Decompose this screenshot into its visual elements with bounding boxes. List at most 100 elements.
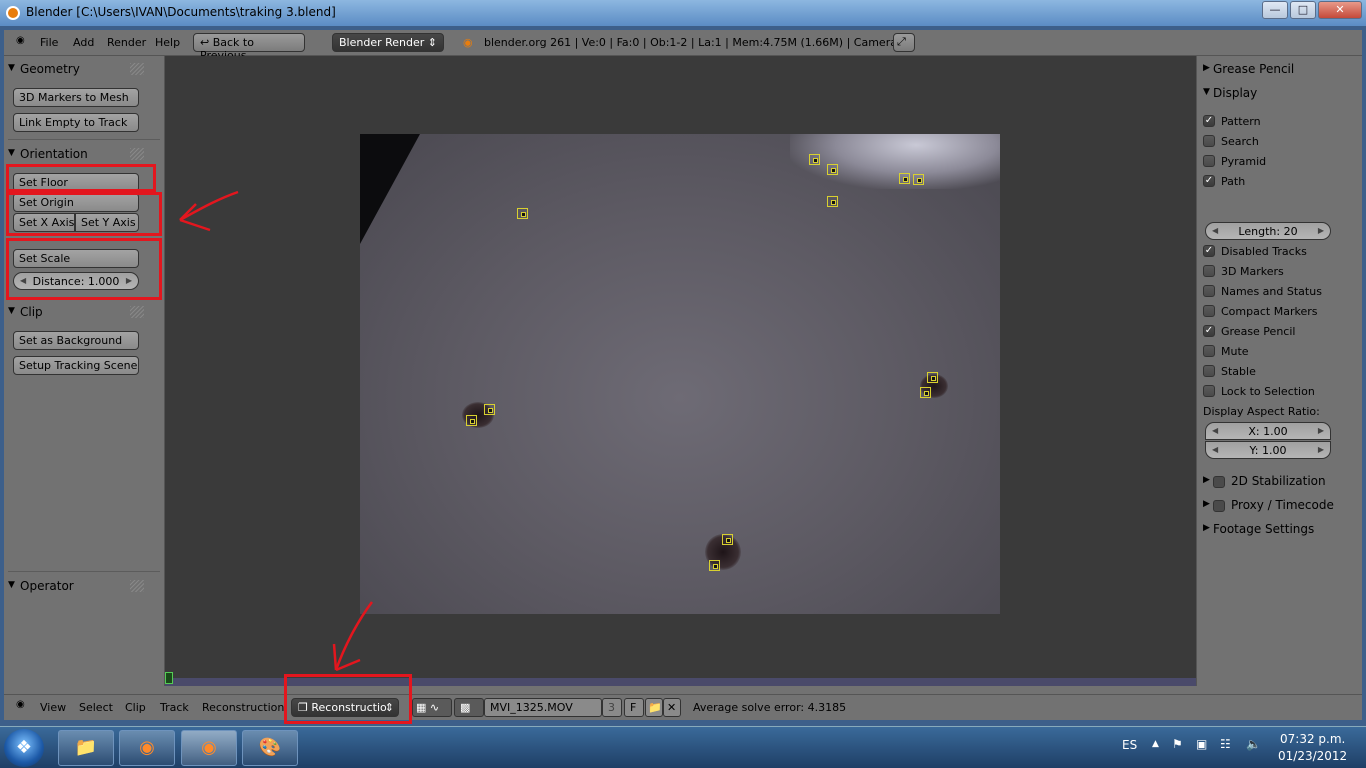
grease-pencil-panel-header[interactable]: ▶ Grease Pencil: [1197, 59, 1337, 81]
checkbox-disabled-tracks[interactable]: ✓ Disabled Tracks: [1203, 242, 1307, 260]
checkbox-names-and-status[interactable]: Names and Status: [1203, 282, 1322, 300]
flag-icon[interactable]: ⚑: [1172, 737, 1183, 751]
blender-taskbar-icon[interactable]: ◉: [181, 730, 237, 766]
track-marker[interactable]: [927, 372, 938, 383]
path-length-field[interactable]: ◀ Length: 20 ▶: [1205, 222, 1331, 240]
decrement-arrow-icon[interactable]: ◀: [1212, 426, 1218, 435]
decrement-arrow-icon[interactable]: ◀: [1212, 226, 1218, 235]
stabilization-panel-header[interactable]: ▶ 2D Stabilization: [1197, 471, 1357, 493]
start-button[interactable]: ❖: [4, 729, 44, 767]
increment-arrow-icon[interactable]: ▶: [1318, 226, 1324, 235]
set-as-background-button[interactable]: Set as Background: [13, 331, 139, 350]
checkmark-icon[interactable]: ✓: [1203, 115, 1215, 127]
device-icon[interactable]: ▣: [1196, 737, 1207, 751]
menu-view[interactable]: View: [40, 701, 66, 714]
checkmark-icon[interactable]: ✓: [1203, 175, 1215, 187]
menu-help[interactable]: Help: [155, 36, 180, 49]
checkbox-grease-pencil[interactable]: ✓ Grease Pencil: [1203, 322, 1295, 340]
editor-type-icon[interactable]: ◉: [16, 699, 25, 710]
language-indicator[interactable]: ES: [1122, 738, 1137, 752]
orientation-panel-header[interactable]: ▼ Orientation: [4, 144, 164, 164]
track-marker[interactable]: [899, 173, 910, 184]
track-marker[interactable]: [517, 208, 528, 219]
open-folder-icon[interactable]: 📁: [645, 698, 663, 717]
checkbox-lock-to-selection[interactable]: Lock to Selection: [1203, 382, 1315, 400]
track-marker[interactable]: [722, 534, 733, 545]
track-marker[interactable]: [827, 196, 838, 207]
clock-time[interactable]: 07:32 p.m.: [1280, 732, 1345, 746]
aspect-y-field[interactable]: ◀ Y: 1.00 ▶: [1205, 441, 1331, 459]
track-marker[interactable]: [920, 387, 931, 398]
setup-tracking-scene-button[interactable]: Setup Tracking Scene: [13, 356, 139, 375]
checkbox-stable[interactable]: Stable: [1203, 362, 1256, 380]
checkbox-box[interactable]: [1203, 285, 1215, 297]
clip-panel-header[interactable]: ▼ Clip: [4, 302, 164, 322]
decrement-arrow-icon[interactable]: ◀: [1212, 445, 1218, 454]
minimize-button[interactable]: —: [1262, 1, 1288, 19]
menu-add[interactable]: Add: [73, 36, 94, 49]
stabilization-checkbox[interactable]: [1213, 475, 1225, 488]
proxy-checkbox[interactable]: [1213, 499, 1225, 512]
close-button[interactable]: ✕: [1318, 1, 1362, 19]
checkbox-pyramid[interactable]: Pyramid: [1203, 152, 1266, 170]
panel-grip-icon[interactable]: [130, 580, 144, 592]
movie-clip-editor[interactable]: [165, 56, 1196, 686]
firefox-taskbar-icon[interactable]: ◉: [119, 730, 175, 766]
clock-date[interactable]: 01/23/2012: [1278, 749, 1347, 763]
menu-clip[interactable]: Clip: [125, 701, 146, 714]
footage-frame[interactable]: [360, 134, 1000, 614]
volume-icon[interactable]: 🔈: [1246, 737, 1261, 751]
panel-grip-icon[interactable]: [130, 306, 144, 318]
track-marker[interactable]: [809, 154, 820, 165]
menu-render[interactable]: Render: [107, 36, 146, 49]
footage-settings-panel-header[interactable]: ▶ Footage Settings: [1197, 519, 1337, 541]
unlink-clip-icon[interactable]: ✕: [663, 698, 681, 717]
checkbox-box[interactable]: [1203, 345, 1215, 357]
menu-track[interactable]: Track: [160, 701, 189, 714]
fake-user-toggle[interactable]: F: [624, 698, 644, 717]
checkbox-mute[interactable]: Mute: [1203, 342, 1249, 360]
track-marker[interactable]: [913, 174, 924, 185]
increment-arrow-icon[interactable]: ▶: [1318, 445, 1324, 454]
maximize-button[interactable]: □: [1290, 1, 1316, 19]
display-panel-header[interactable]: ▼ Display: [1197, 83, 1337, 105]
current-frame-indicator[interactable]: [165, 672, 173, 684]
link-empty-to-track-button[interactable]: Link Empty to Track: [13, 113, 139, 132]
menu-reconstruction[interactable]: Reconstruction: [202, 701, 284, 714]
checkbox-box[interactable]: [1203, 365, 1215, 377]
track-marker[interactable]: [484, 404, 495, 415]
checkbox-box[interactable]: [1203, 135, 1215, 147]
checkmark-icon[interactable]: ✓: [1203, 245, 1215, 257]
increment-arrow-icon[interactable]: ▶: [1318, 426, 1324, 435]
view-toggle-icons[interactable]: ▦ ∿: [412, 698, 452, 717]
operator-panel-header[interactable]: ▼ Operator: [4, 576, 164, 596]
track-marker[interactable]: [466, 415, 477, 426]
3d-markers-to-mesh-button[interactable]: 3D Markers to Mesh: [13, 88, 139, 107]
checkbox-box[interactable]: [1203, 385, 1215, 397]
fullscreen-icon[interactable]: ⤢: [893, 33, 915, 52]
back-to-previous-button[interactable]: ↩ Back to Previous: [193, 33, 305, 62]
track-marker[interactable]: [709, 560, 720, 571]
checkbox-box[interactable]: [1203, 265, 1215, 277]
clip-name-field[interactable]: MVI_1325.MOV: [484, 698, 602, 717]
show-hidden-icons-icon[interactable]: ▲: [1152, 739, 1159, 749]
checkbox-box[interactable]: [1203, 155, 1215, 167]
clip-browse-icon[interactable]: ▩: [454, 698, 484, 717]
explorer-taskbar-icon[interactable]: 📁: [58, 730, 114, 766]
checkbox-3d-markers[interactable]: 3D Markers: [1203, 262, 1284, 280]
paint-taskbar-icon[interactable]: 🎨: [242, 730, 298, 766]
proxy-panel-header[interactable]: ▶ Proxy / Timecode: [1197, 495, 1357, 517]
geometry-panel-header[interactable]: ▼ Geometry: [4, 59, 164, 79]
checkbox-pattern[interactable]: ✓ Pattern: [1203, 112, 1261, 130]
checkmark-icon[interactable]: ✓: [1203, 325, 1215, 337]
editor-type-icon[interactable]: ◉: [16, 35, 25, 46]
menu-select[interactable]: Select: [79, 701, 113, 714]
panel-grip-icon[interactable]: [130, 63, 144, 75]
checkbox-path[interactable]: ✓ Path: [1203, 172, 1245, 190]
checkbox-compact-markers[interactable]: Compact Markers: [1203, 302, 1317, 320]
track-marker[interactable]: [827, 164, 838, 175]
menu-file[interactable]: File: [40, 36, 58, 49]
checkbox-search[interactable]: Search: [1203, 132, 1259, 150]
render-engine-dropdown[interactable]: Blender Render ⇕: [332, 33, 444, 52]
checkbox-box[interactable]: [1203, 305, 1215, 317]
